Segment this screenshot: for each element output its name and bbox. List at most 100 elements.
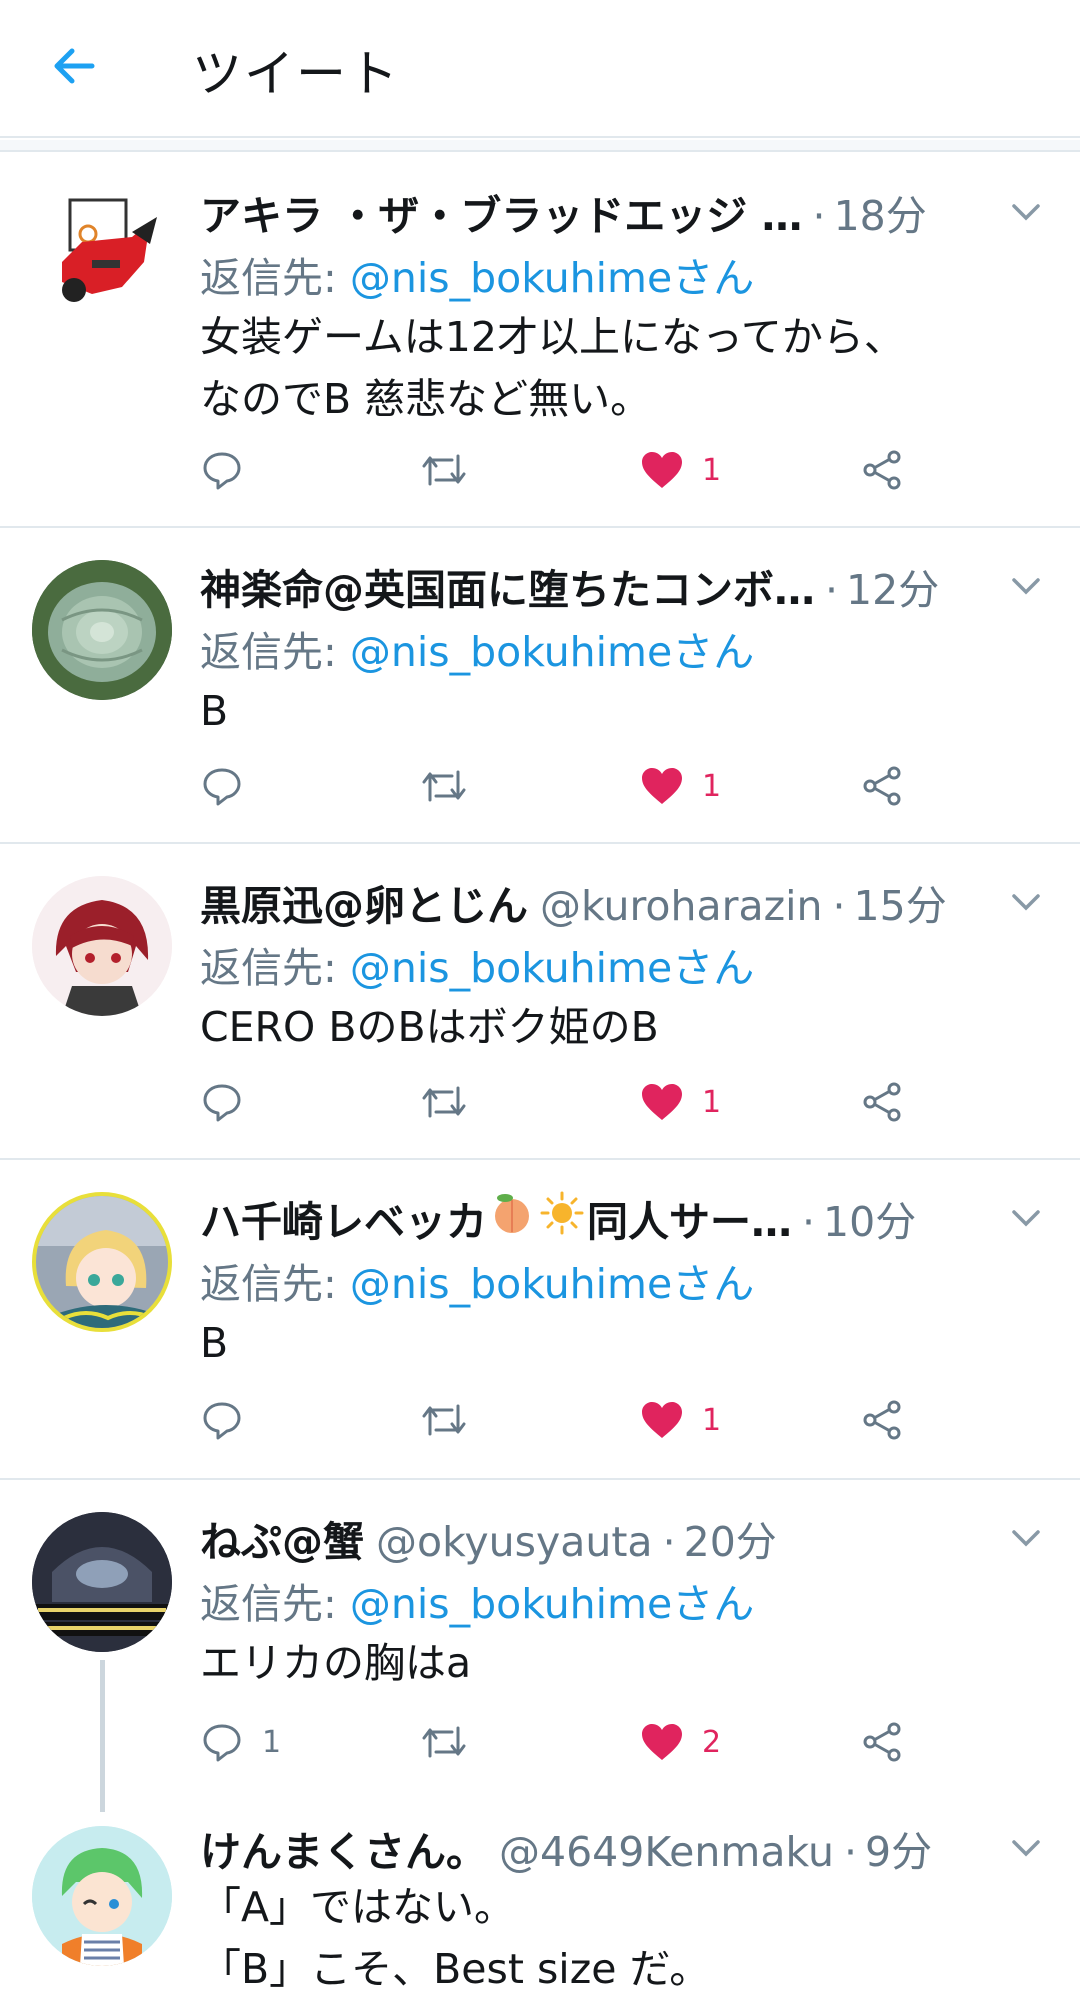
reply-mention-link[interactable]: @nis_bokuhimeさん — [350, 628, 754, 676]
tweet-text-line: エリカの胸はa — [200, 1639, 472, 1687]
reply-button[interactable] — [200, 1390, 244, 1450]
reply-button[interactable] — [200, 440, 244, 500]
reply-prefix: 返信先: — [200, 254, 350, 302]
handle[interactable]: @4649Kenmaku — [499, 1828, 834, 1876]
display-name-suffix[interactable]: 同人サー… — [587, 1188, 792, 1248]
tweet-item[interactable]: けんまくさん。 @4649Kenmaku · 9分 「A」ではない。 「B」こそ… — [0, 1792, 1080, 2016]
chevron-down-icon[interactable] — [1006, 192, 1046, 232]
like-button[interactable]: 1 — [640, 1072, 721, 1132]
timestamp[interactable]: 9分 — [865, 1818, 932, 1878]
timestamp[interactable]: 18分 — [834, 182, 927, 242]
tweet-header: アキラ ・ザ・ブラッドエッジ … · 18分 — [200, 182, 970, 242]
separator-dot: · — [812, 192, 826, 240]
display-name[interactable]: けんまくさん。 — [200, 1818, 487, 1878]
handle[interactable]: @kuroharazin — [540, 882, 823, 930]
tweet-text-line: B — [200, 687, 229, 735]
page-title: ツイート — [192, 45, 400, 103]
like-button[interactable]: 1 — [640, 440, 721, 500]
timestamp[interactable]: 15分 — [854, 872, 947, 932]
avatar[interactable] — [32, 1826, 172, 1966]
reply-mention-link[interactable]: @nis_bokuhimeさん — [350, 944, 754, 992]
share-button[interactable] — [860, 1712, 904, 1772]
tweet-header: 黒原迅@卵とじん @kuroharazin · 15分 — [200, 872, 970, 932]
chevron-down-icon[interactable] — [1006, 1518, 1046, 1558]
reply-button[interactable] — [200, 1072, 244, 1132]
separator-dot: · — [662, 1518, 676, 1566]
timestamp[interactable]: 20分 — [684, 1508, 777, 1568]
share-button[interactable] — [860, 756, 904, 816]
tweet-text: 「A」ではない。 「B」こそ、Best size だ。 — [200, 1876, 1040, 2000]
timestamp[interactable]: 10分 — [823, 1188, 916, 1248]
header-divider — [0, 140, 1080, 152]
handle[interactable]: @okyusyauta — [376, 1518, 653, 1566]
reply-context: 返信先: @nis_bokuhimeさん — [200, 244, 754, 304]
tweet-item[interactable]: ねぷ@蟹 @okyusyauta · 20分 返信先: @nis_bokuhim… — [0, 1480, 1080, 1812]
tweet-item[interactable]: 黒原迅@卵とじん @kuroharazin · 15分 返信先: @nis_bo… — [0, 844, 1080, 1160]
tweet-header: ハ千崎レベッカ 同人サー… · 10分 — [200, 1188, 970, 1248]
retweet-button[interactable] — [420, 1072, 468, 1132]
chevron-down-icon[interactable] — [1006, 566, 1046, 606]
share-button[interactable] — [860, 1072, 904, 1132]
reply-icon — [203, 1084, 241, 1122]
reply-prefix: 返信先: — [200, 628, 350, 676]
tweet-text: 女装ゲームは12才以上になってから、 なのでB 慈悲など無い。 — [200, 306, 1040, 430]
reply-button[interactable]: 1 — [200, 1712, 281, 1772]
heart-icon — [642, 1084, 682, 1120]
avatar[interactable] — [32, 560, 172, 700]
reply-icon — [203, 1402, 241, 1440]
tweet-text: エリカの胸はa — [200, 1632, 1040, 1694]
reply-mention-link[interactable]: @nis_bokuhimeさん — [350, 1580, 754, 1628]
retweet-button[interactable] — [420, 1712, 468, 1772]
reply-button[interactable] — [200, 756, 244, 816]
tweet-actions: 1 — [200, 440, 920, 500]
like-count: 1 — [702, 452, 722, 488]
tweet-header: けんまくさん。 @4649Kenmaku · 9分 — [200, 1818, 970, 1878]
tweet-header: ねぷ@蟹 @okyusyauta · 20分 — [200, 1508, 970, 1568]
reply-prefix: 返信先: — [200, 944, 350, 992]
share-icon — [863, 1722, 901, 1762]
avatar[interactable] — [32, 1192, 172, 1332]
display-name[interactable]: ハ千崎レベッカ — [200, 1188, 487, 1248]
reply-prefix: 返信先: — [200, 1260, 350, 1308]
retweet-button[interactable] — [420, 756, 468, 816]
share-button[interactable] — [860, 440, 904, 500]
retweet-button[interactable] — [420, 1390, 468, 1450]
tweet-actions: 1 — [200, 1072, 920, 1132]
display-name[interactable]: ねぷ@蟹 — [200, 1508, 364, 1568]
tweet-actions: 1 2 — [200, 1712, 920, 1772]
display-name[interactable]: 神楽命@英国面に堕ちたコンボ… — [200, 556, 815, 616]
like-count: 1 — [702, 1402, 722, 1438]
like-button[interactable]: 1 — [640, 1390, 721, 1450]
share-button[interactable] — [860, 1390, 904, 1450]
retweet-icon — [422, 1086, 466, 1118]
tweet-text-line: 「B」こそ、Best size だ。 — [200, 1945, 711, 1993]
heart-icon — [642, 452, 682, 488]
reply-mention-link[interactable]: @nis_bokuhimeさん — [350, 254, 754, 302]
reply-context: 返信先: @nis_bokuhimeさん — [200, 1570, 754, 1630]
sun-emoji-icon — [540, 1191, 584, 1235]
heart-icon — [642, 1724, 682, 1760]
tweet-item[interactable]: ハ千崎レベッカ 同人サー… · 10分 返信先: @nis_bokuhimeさん… — [0, 1160, 1080, 1480]
tweet-item[interactable]: 神楽命@英国面に堕ちたコンボ… · 12分 返信先: @nis_bokuhime… — [0, 528, 1080, 844]
tweet-text: B — [200, 680, 1040, 742]
timestamp[interactable]: 12分 — [846, 556, 939, 616]
reply-mention-link[interactable]: @nis_bokuhimeさん — [350, 1260, 754, 1308]
like-button[interactable]: 2 — [640, 1712, 721, 1772]
tweet-text-line: B — [200, 1319, 229, 1367]
avatar[interactable] — [32, 876, 172, 1016]
retweet-icon — [422, 1726, 466, 1758]
chevron-down-icon[interactable] — [1006, 1198, 1046, 1238]
tweet-item[interactable]: アキラ ・ザ・ブラッドエッジ … · 18分 返信先: @nis_bokuhim… — [0, 154, 1080, 528]
avatar[interactable] — [32, 182, 172, 322]
reply-prefix: 返信先: — [200, 1580, 350, 1628]
chevron-down-icon[interactable] — [1006, 1828, 1046, 1868]
retweet-button[interactable] — [420, 440, 468, 500]
avatar[interactable] — [32, 1512, 172, 1652]
back-button[interactable] — [44, 36, 104, 96]
tweet-text: CERO BのBはボク姫のB — [200, 996, 1040, 1058]
chevron-down-icon[interactable] — [1006, 882, 1046, 922]
like-button[interactable]: 1 — [640, 756, 721, 816]
heart-icon — [642, 768, 682, 804]
display-name[interactable]: 黒原迅@卵とじん — [200, 872, 528, 932]
display-name[interactable]: アキラ ・ザ・ブラッドエッジ … — [200, 182, 803, 242]
